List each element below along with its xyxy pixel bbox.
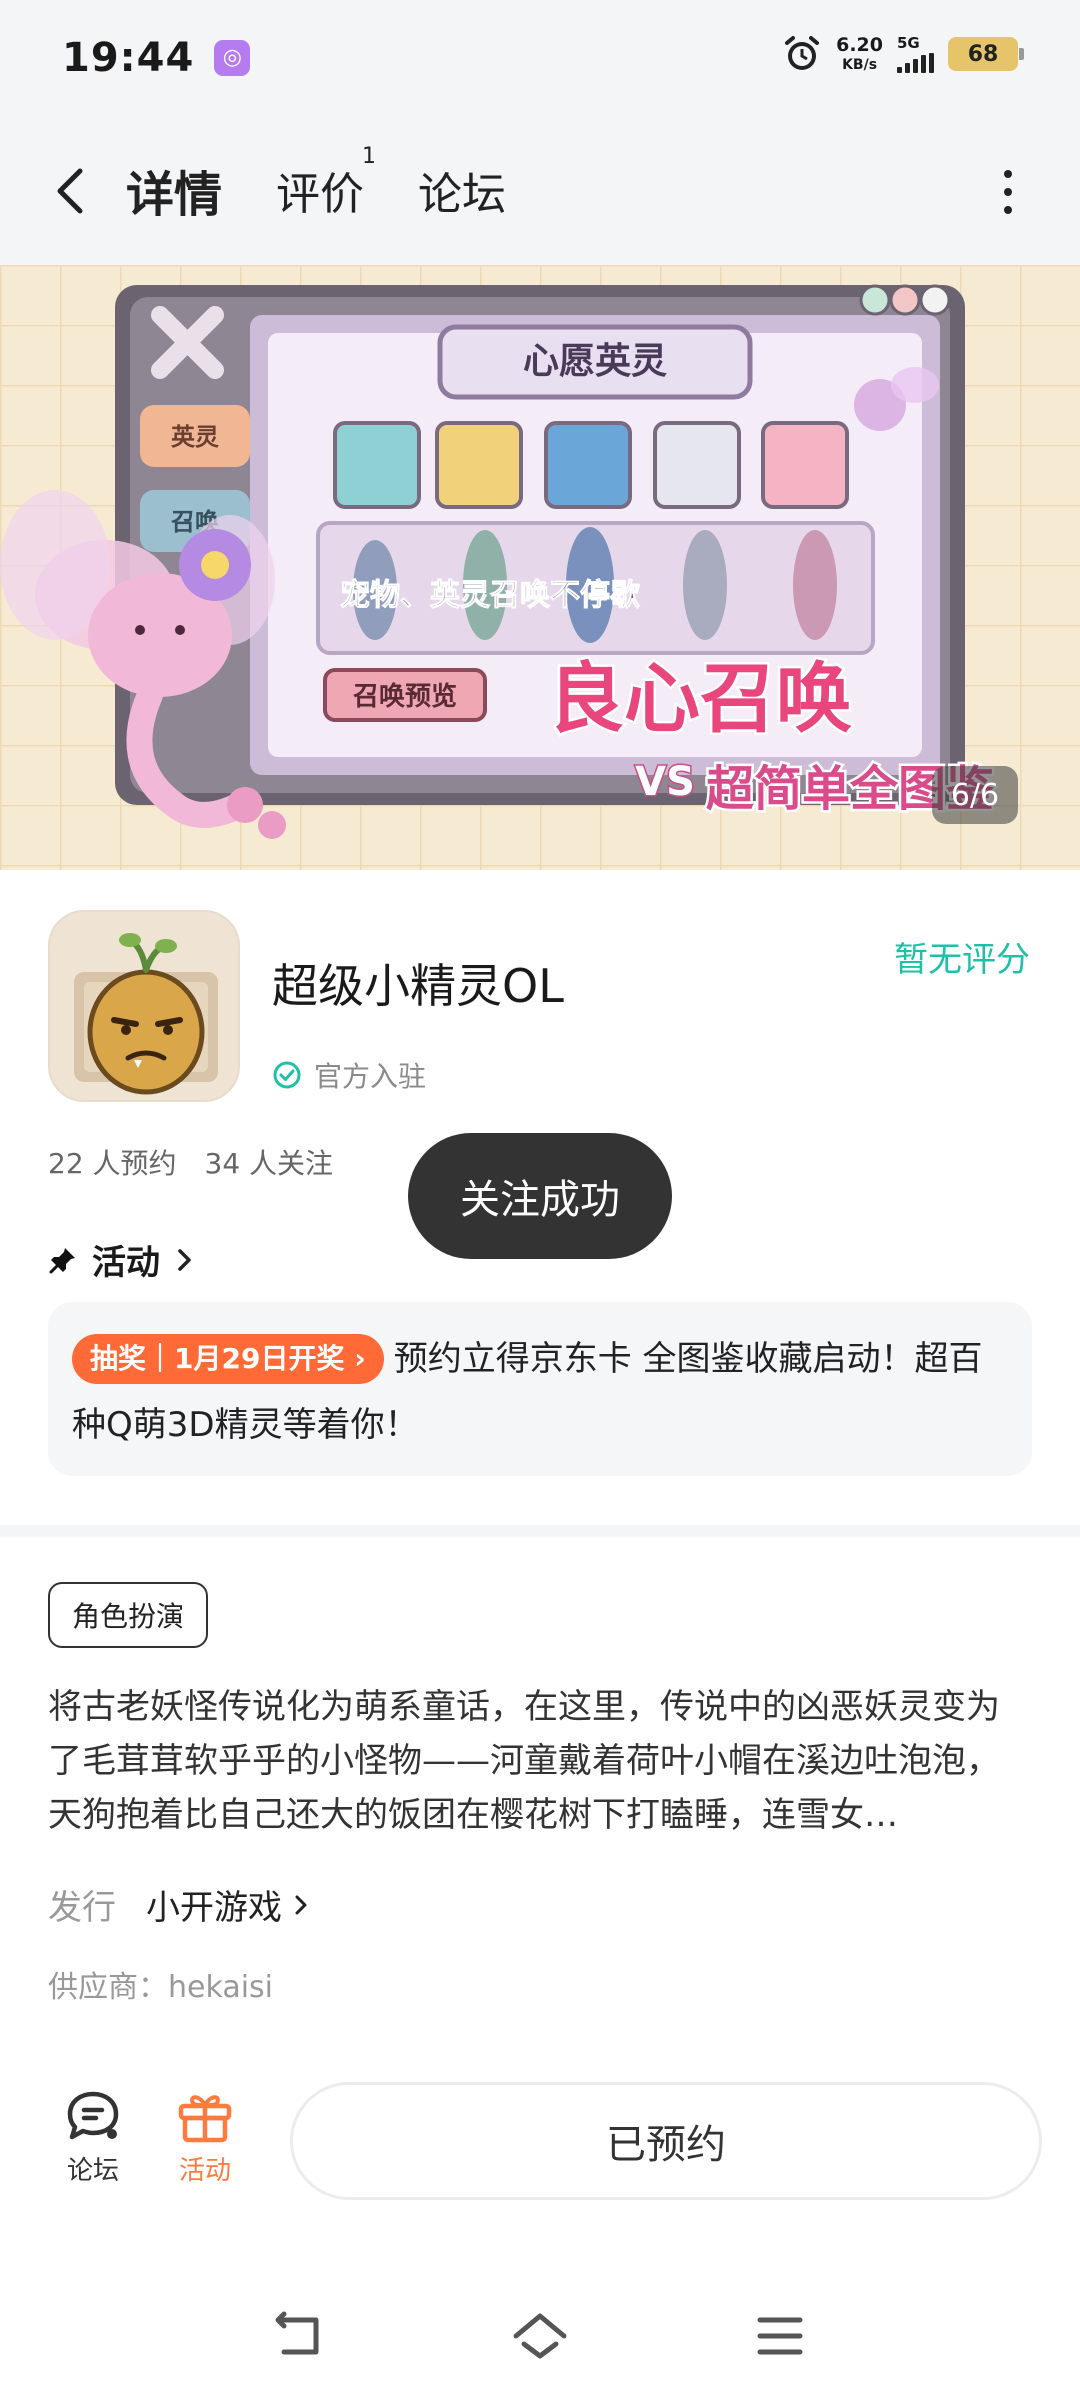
svg-text:英灵: 英灵	[171, 423, 219, 451]
potato-mascot-icon	[50, 912, 238, 1100]
reservation-count: 22 人预约	[48, 1147, 177, 1180]
chevron-right-icon	[295, 1895, 307, 1914]
back-arrow-icon[interactable]	[48, 165, 96, 217]
net-speed-value: 6.20	[836, 34, 883, 56]
chevron-right-icon	[178, 1248, 191, 1271]
menu-icon[interactable]	[750, 2306, 810, 2366]
app-notification-icon: ◎	[214, 39, 251, 76]
status-time: 19:44	[62, 34, 195, 81]
nav-tabs: 详情 评价 1 论坛	[122, 115, 560, 265]
activity-card[interactable]: 抽奖｜1月29日开奖 › 预约立得京东卡 全图鉴收藏启动！超百种Q萌3D精灵等着你…	[48, 1302, 1032, 1476]
tab-reviews-count: 1	[362, 144, 377, 169]
rating-label: 暂无评分	[894, 940, 1030, 980]
app-stats: 22 人预约 34 人关注	[48, 1142, 333, 1182]
supplier-info: 供应商：hekaisi	[48, 1970, 273, 2005]
app-icon	[48, 910, 240, 1102]
check-circle-icon	[273, 1061, 301, 1089]
banner-artwork: 英灵 召唤 心愿英灵 宠物、英灵召唤不停歇 召唤预览 良心召唤 超简单全图鉴 V…	[0, 265, 1080, 870]
app-name: 超级小精灵OL	[272, 959, 564, 1013]
status-indicators: 6.20 KB/s 5G 68	[782, 33, 1024, 74]
activity-header-label: 活动	[92, 1243, 160, 1283]
tab-forum-label: 论坛	[418, 169, 507, 220]
signal-indicator: 5G	[897, 33, 934, 73]
home-icon[interactable]	[510, 2306, 570, 2366]
tab-details[interactable]: 详情	[122, 155, 227, 227]
carousel-counter: 6/6	[932, 766, 1018, 824]
activity-label: 活动	[178, 2156, 231, 2186]
back-gesture-icon[interactable]	[270, 2306, 330, 2366]
follow-success-toast: 关注成功	[408, 1133, 672, 1259]
alarm-icon	[785, 36, 820, 70]
tab-reviews[interactable]: 评价 1	[276, 144, 376, 222]
svg-text:良心召唤: 良心召唤	[548, 654, 852, 743]
pin-icon	[49, 1247, 75, 1273]
activity-header[interactable]: 活动	[48, 1235, 196, 1284]
publisher-row[interactable]: 发行 小开游戏	[48, 1880, 314, 1929]
forum-label: 论坛	[66, 2156, 119, 2186]
screenshot-carousel[interactable]: 英灵 召唤 心愿英灵 宠物、英灵召唤不停歇 召唤预览 良心召唤 超简单全图鉴 V…	[0, 265, 1080, 870]
svg-text:召唤预览: 召唤预览	[353, 682, 457, 712]
svg-text:心愿英灵: 心愿英灵	[523, 341, 667, 382]
verified-label: 官方入驻	[314, 1060, 427, 1093]
genre-tag[interactable]: 角色扮演	[48, 1582, 209, 1648]
bottom-action-bar: 论坛 活动 已预约	[0, 2060, 1080, 2220]
tab-forum[interactable]: 论坛	[418, 158, 506, 222]
verified-badge: 官方入驻	[272, 1055, 426, 1095]
top-nav-bar: 详情 评价 1 论坛	[0, 115, 1080, 265]
lottery-tag-label: 抽奖｜1月29日开奖	[90, 1342, 345, 1375]
section-divider	[0, 1525, 1080, 1537]
follower-count: 34 人关注	[204, 1147, 334, 1180]
network-type: 5G	[897, 33, 920, 52]
more-options-icon[interactable]	[998, 170, 1018, 214]
lottery-tag: 抽奖｜1月29日开奖 ›	[72, 1334, 384, 1384]
battery-icon: 68	[948, 37, 1024, 71]
publisher-key: 发行	[48, 1888, 116, 1928]
game-description[interactable]: 将古老妖怪传说化为萌系童话，在这里，传说中的凶恶妖灵变为了毛茸茸软乎乎的小怪物—…	[48, 1680, 1032, 1842]
tab-reviews-label: 评价	[276, 169, 365, 220]
net-speed-unit: KB/s	[842, 57, 878, 73]
gift-icon	[178, 2095, 232, 2143]
reserved-button[interactable]: 已预约	[290, 2082, 1042, 2200]
forum-button[interactable]: 论坛	[48, 2088, 138, 2187]
system-nav-bar	[0, 2270, 1080, 2400]
status-bar: 19:44 ◎ 6.20 KB/s 5G 68	[0, 0, 1080, 115]
battery-level: 68	[967, 41, 999, 67]
chat-bubble-icon	[67, 2091, 119, 2140]
net-speed: 6.20 KB/s	[836, 34, 883, 73]
app-detail-page: 19:44 ◎ 6.20 KB/s 5G 68 详情 评价 1 论坛 英灵 召唤…	[0, 0, 1080, 2400]
activity-button[interactable]: 活动	[160, 2088, 250, 2187]
publisher-value: 小开游戏	[146, 1888, 282, 1928]
svg-text:宠物、英灵召唤不停歇: 宠物、英灵召唤不停歇	[340, 578, 640, 613]
svg-text:VS: VS	[635, 759, 695, 805]
tab-details-label: 详情	[126, 167, 223, 223]
signal-bars-icon	[897, 52, 934, 73]
